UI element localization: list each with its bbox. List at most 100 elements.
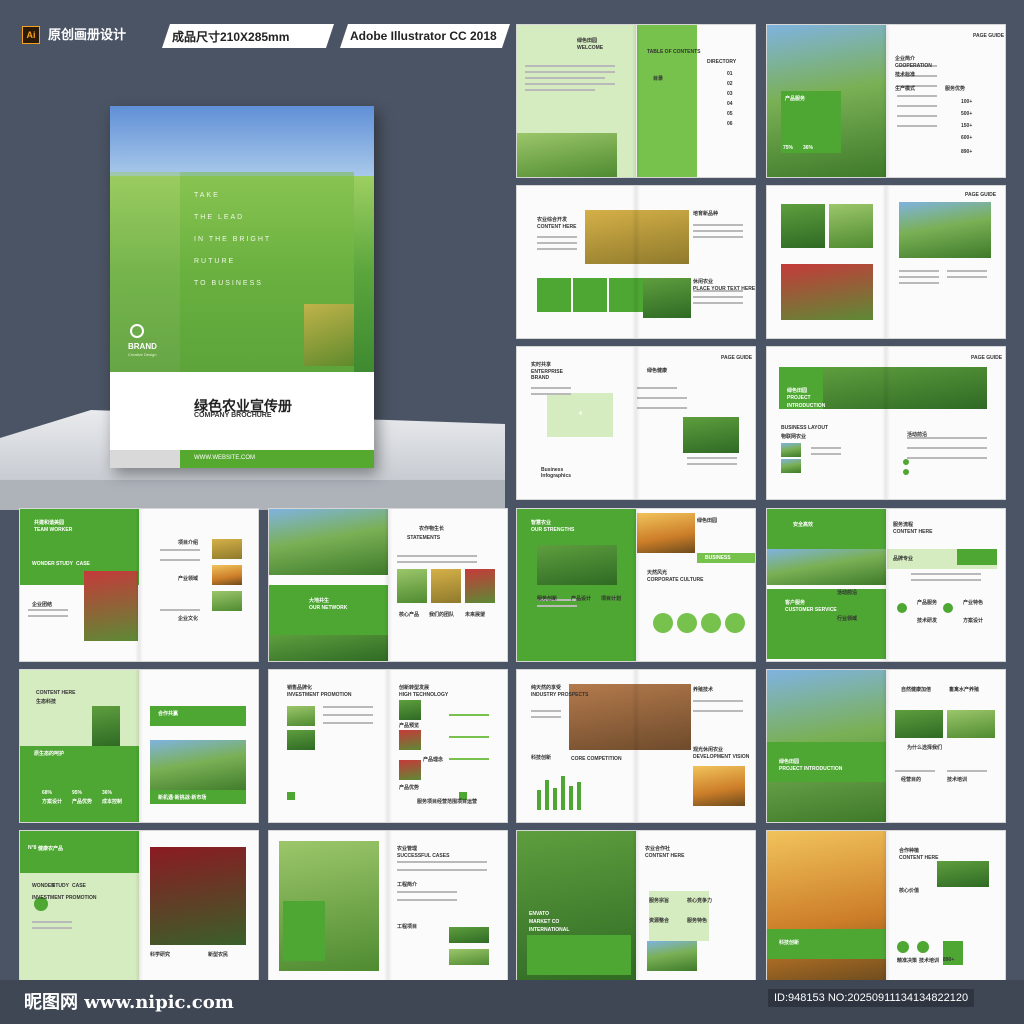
spread-label: BRAND: [531, 375, 550, 381]
spread-label: 核心产品: [399, 612, 420, 618]
text-placeholder-line: [687, 457, 737, 459]
spread-label: 实时共享: [531, 362, 552, 368]
brochure-spread: 实时共享 ENTERPRISE BRAND 绿色健康 4 Business Infograp…: [517, 347, 755, 499]
ai-label: Ai: [26, 30, 36, 40]
spread-color-block: [943, 603, 953, 613]
spread-label: 方案设计: [42, 799, 63, 805]
spread-photo: [287, 730, 315, 750]
spread-photo: [269, 635, 388, 661]
spread-label: 活动前沿: [837, 590, 858, 596]
spread-label: OUR NETWORK: [309, 605, 348, 611]
text-placeholder-line: [637, 387, 677, 389]
text-placeholder-line: [899, 282, 939, 284]
spread-label: 成本控制: [102, 799, 123, 805]
text-placeholder-line: [531, 710, 561, 712]
spread-label: 畜禽水产养殖: [949, 687, 980, 693]
showcase-canvas: Ai 原创画册设计 成品尺寸210X285mm Adobe Illustrato…: [0, 0, 1024, 1024]
spread-color-block: [725, 613, 745, 633]
brochure-cover: TAKE THE LEAD IN THE BRIGHT RUTURE TO BU…: [110, 106, 374, 468]
spread-label: HIGH TECHNOLOGY: [399, 692, 449, 698]
text-placeholder-line: [531, 716, 561, 718]
spread-label: 企业文化: [178, 616, 199, 622]
spread-label: 原生态的呵护: [34, 751, 65, 757]
spread-label: CONTENT HERE: [537, 224, 577, 230]
spread-photo: [150, 847, 246, 945]
spread-color-block: [903, 459, 909, 465]
spread-label: PAGE GUIDE: [971, 355, 1003, 361]
spread-label: 精准决策: [897, 958, 918, 964]
text-placeholder-line: [525, 83, 615, 85]
brochure-spread: 农业合作社 CONTENT HERE ENVATO MARKET CO INTERNAT…: [517, 831, 755, 983]
spread-photo: [693, 766, 745, 806]
table-edge: [0, 480, 505, 510]
spread-label: 合作共赢: [158, 711, 179, 717]
spread-label: 共建和谐美园: [34, 520, 65, 526]
spread-label: MARKET CO: [529, 919, 560, 925]
spread-label: 服务创新: [537, 596, 558, 602]
text-placeholder-line: [525, 71, 615, 73]
text-placeholder-line: [28, 615, 68, 617]
text-placeholder-line: [323, 722, 373, 724]
spread-photo: [465, 569, 495, 603]
brochure-spread: 企业简介 COOPERATION 技术标准 产品服务 75% 36% 生产模式 服务优势 100…: [767, 25, 1005, 177]
spread-label: 物联网农业: [781, 434, 807, 440]
spread-color-block: [573, 278, 607, 312]
spread-photo: [449, 949, 489, 965]
spread-label: 农业合作社: [645, 846, 671, 852]
spread-label: 农业综合开发: [537, 217, 568, 223]
spread-label: TABLE OF CONTENTS: [647, 49, 701, 55]
spread-label: 03: [727, 91, 733, 97]
spread-label: CONTENT HERE: [899, 855, 939, 861]
cover-tagline: IN THE BRIGHT: [194, 236, 272, 243]
text-placeholder-line: [537, 242, 577, 244]
spread-label: PROJECT INTRODUCTION: [779, 766, 843, 772]
spread-label: 工程项目: [397, 924, 418, 930]
spread-label: 技术培训: [947, 777, 968, 783]
spread-photo: [767, 549, 886, 585]
text-placeholder-line: [397, 555, 477, 557]
spread-photo: [781, 459, 801, 473]
text-placeholder-line: [531, 393, 571, 395]
spread-label: STUDY: [52, 883, 69, 889]
cover-sky-image: [110, 106, 374, 176]
spread-label: 4: [579, 411, 582, 417]
image-id: ID:948153 NO:20250911134134822120: [768, 989, 975, 1007]
brochure-spread: N°8 健康农产品 WONDER STUDY CASE INVESTMENT PROMOT…: [20, 831, 258, 983]
spread-photo: [150, 740, 246, 792]
spread-label: 品牌专业: [893, 556, 914, 562]
illustrator-icon: Ai: [22, 26, 40, 44]
spread-photo: [517, 133, 617, 177]
spread-label: 工程简介: [397, 882, 418, 888]
spread-color-block: [527, 935, 631, 975]
spread-label: 目录: [653, 76, 664, 82]
spread-label: PAGE GUIDE: [721, 355, 753, 361]
spread-label: 科学研究: [150, 952, 171, 958]
spread-label: 方案设计: [963, 618, 984, 624]
spread-label: 为什么选择我们: [907, 745, 943, 751]
spread-label: INTRODUCTION: [787, 403, 826, 409]
spread-label: INTERNATIONAL: [529, 927, 570, 933]
spread-label: 客户服务: [785, 600, 806, 606]
spread-photo: [431, 569, 461, 603]
spread-photo: [637, 513, 695, 553]
text-placeholder-line: [397, 561, 477, 563]
spread-label: 100+: [961, 99, 973, 105]
brochure-spread: 农业综合开发 CONTENT HERE 培育新品种 休闲农业 PLACE YOUR TE…: [517, 186, 755, 338]
brochure-spread: 销售品牌化 INVESTMENT PROMOTION 创新转型发展 HIGH TECH…: [269, 670, 507, 822]
text-placeholder-line: [911, 573, 981, 575]
spread-photo: [829, 204, 873, 248]
cover-tagline: RUTURE: [194, 258, 236, 265]
cover-tagline: THE LEAD: [194, 214, 245, 221]
spread-label: 未来展望: [465, 612, 486, 618]
text-placeholder-line: [637, 407, 687, 409]
text-placeholder-line: [537, 236, 577, 238]
brochure-spread: 纯天然的享受 INDUSTRY PROSPECTS 养殖技术 科技创新 CORE COM…: [517, 670, 755, 822]
spread-label: 休闲农业: [693, 279, 714, 285]
spread-label: 500+: [961, 111, 973, 117]
spread-color-block: [701, 613, 721, 633]
spread-label: CUSTOMER SERVICE: [785, 607, 837, 613]
spread-label: 产品设计: [571, 596, 592, 602]
text-placeholder-line: [28, 609, 68, 611]
spread-color-block: [637, 25, 697, 177]
cover-tagline: TAKE: [194, 192, 220, 199]
